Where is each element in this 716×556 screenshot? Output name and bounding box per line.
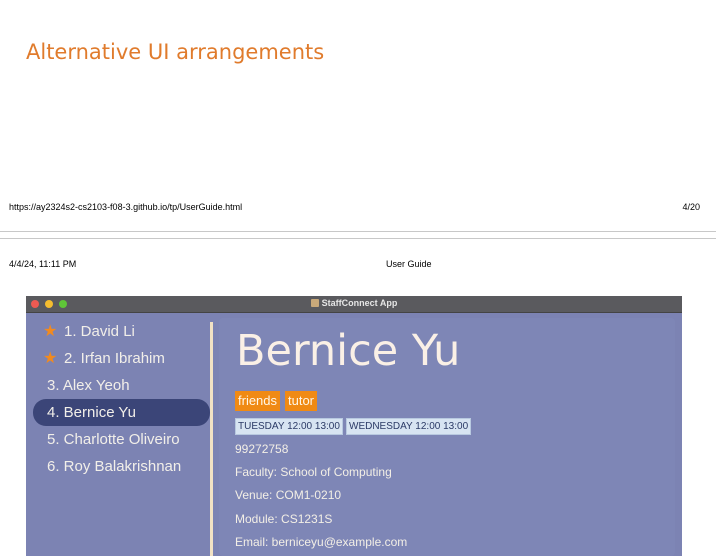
availability-badge: WEDNESDAY 12:00 13:00 xyxy=(346,418,472,435)
person-list-item-label: 5. Charlotte Oliveiro xyxy=(47,431,180,448)
person-list-item-label: 1. David Li xyxy=(64,323,135,340)
person-list-panel: ★ 1. David Li ★ 2. Irfan Ibrahim 3. Alex… xyxy=(32,318,212,556)
panel-splitter[interactable] xyxy=(210,322,213,556)
person-venue: Venue: COM1-0210 xyxy=(235,488,342,502)
tag-badge: tutor xyxy=(285,391,318,411)
window-title-text: StaffConnect App xyxy=(321,298,398,308)
person-list-item[interactable]: 3. Alex Yeoh xyxy=(33,372,210,399)
person-list-item-label: 3. Alex Yeoh xyxy=(47,377,130,394)
app-window: StaffConnect App ★ 1. David Li ★ 2. Irfa… xyxy=(26,296,682,556)
print-footer-page-number: 4/20 xyxy=(682,202,700,212)
print-header-datetime: 4/4/24, 11:11 PM xyxy=(9,259,77,269)
print-footer-url: https://ay2324s2-cs2103-f08-3.github.io/… xyxy=(9,202,243,212)
person-list-item[interactable]: ★ 1. David Li xyxy=(33,318,210,345)
person-email: Email: berniceyu@example.com xyxy=(235,535,408,549)
person-faculty: Faculty: School of Computing xyxy=(235,465,392,479)
print-header-title: User Guide xyxy=(386,259,432,269)
person-list-item-selected[interactable]: 4. Bernice Yu xyxy=(33,399,210,426)
window-titlebar: StaffConnect App xyxy=(26,296,682,313)
person-list-item-label: 4. Bernice Yu xyxy=(47,404,136,421)
page-break-rule-bottom xyxy=(0,238,716,239)
person-module: Module: CS1231S xyxy=(235,512,333,526)
person-list-item[interactable]: 6. Roy Balakrishnan xyxy=(33,453,210,480)
person-name: Bernice Yu xyxy=(236,326,461,376)
window-title: StaffConnect App xyxy=(26,298,682,308)
person-phone: 99272758 xyxy=(235,442,289,456)
person-list-item[interactable]: 5. Charlotte Oliveiro xyxy=(33,426,210,453)
app-icon xyxy=(310,299,319,307)
person-detail-panel: Bernice Yu friends tutor TUESDAY 12:00 1… xyxy=(219,318,675,556)
person-list-item-label: 6. Roy Balakrishnan xyxy=(47,458,182,475)
section-heading: Alternative UI arrangements xyxy=(26,40,325,64)
page-break-rule-top xyxy=(0,231,716,232)
tag-badge: friends xyxy=(235,391,281,411)
person-list-item[interactable]: ★ 2. Irfan Ibrahim xyxy=(33,345,210,372)
person-list-item-label: 2. Irfan Ibrahim xyxy=(64,350,165,367)
favourite-star-icon: ★ xyxy=(43,323,58,340)
favourite-star-icon: ★ xyxy=(43,350,58,367)
availability-badge: TUESDAY 12:00 13:00 xyxy=(235,418,343,435)
